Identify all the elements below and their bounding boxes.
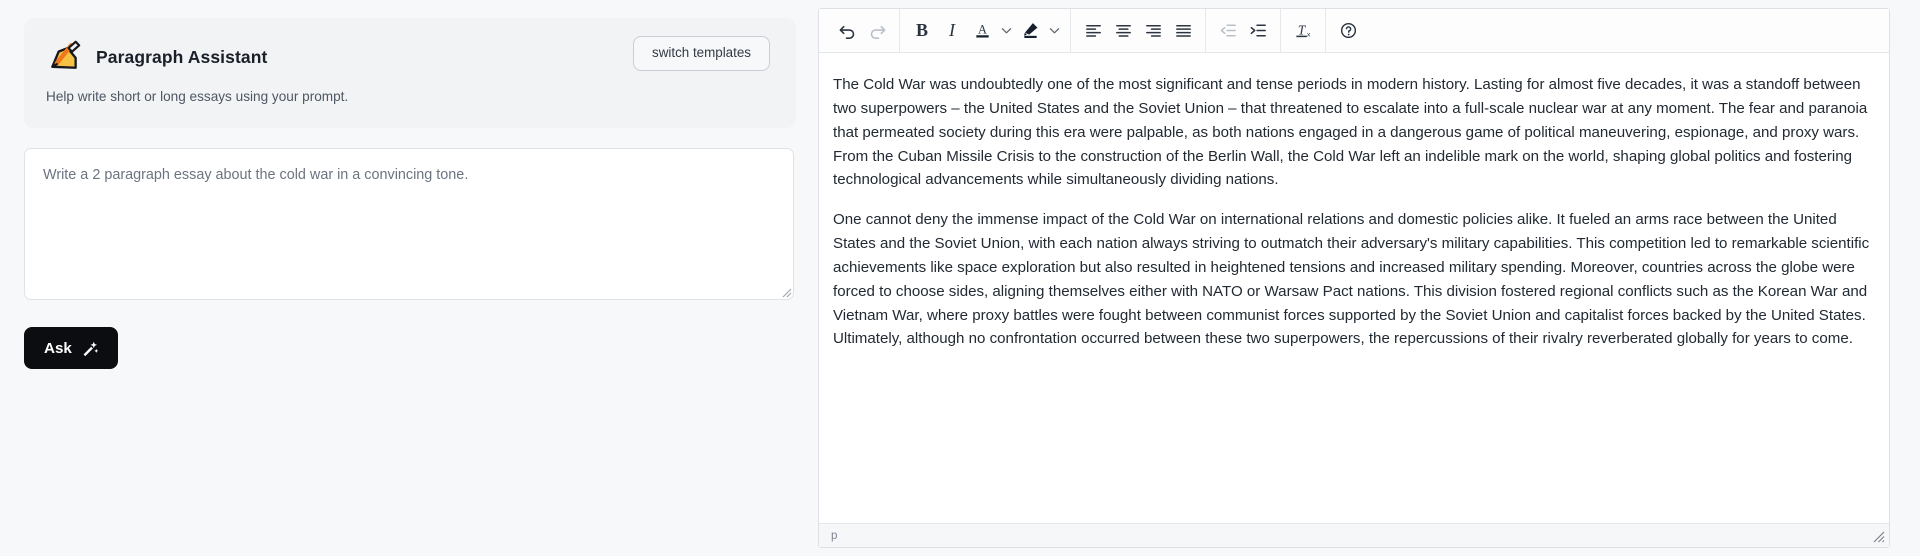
svg-text:T: T — [1297, 22, 1306, 37]
magic-wand-icon — [83, 341, 98, 356]
toolbar-group-help — [1326, 9, 1370, 53]
assistant-pane: Paragraph Assistant Help write short or … — [0, 0, 818, 556]
highlight-color-dropdown[interactable] — [1045, 16, 1063, 46]
editor-resize-grip-icon[interactable] — [1872, 530, 1885, 543]
ask-button-label: Ask — [44, 339, 72, 357]
toolbar-group-clear: Tx — [1281, 9, 1325, 53]
toolbar-group-align — [1071, 9, 1205, 53]
svg-text:A: A — [978, 22, 987, 36]
toolbar-group-indent — [1206, 9, 1280, 53]
prompt-area — [24, 148, 796, 305]
svg-text:x: x — [1307, 32, 1311, 39]
writing-hand-icon — [51, 40, 81, 69]
rich-text-editor: B I A T x The Cold War was undoubtedly o… — [818, 8, 1890, 548]
highlight-color-button[interactable] — [1015, 16, 1045, 46]
align-center-button[interactable] — [1108, 16, 1138, 46]
bold-button[interactable]: B — [907, 16, 937, 46]
app-root: Paragraph Assistant Help write short or … — [0, 0, 1920, 556]
switch-templates-button[interactable]: switch templates — [633, 36, 770, 71]
prompt-input[interactable] — [24, 148, 794, 300]
italic-button[interactable]: I — [937, 16, 967, 46]
document-paragraph: One cannot deny the immense impact of th… — [833, 211, 1870, 348]
editor-toolbar: B I A T x — [819, 8, 1889, 53]
assistant-subtitle: Help write short or long essays using yo… — [46, 89, 349, 104]
align-justify-button[interactable] — [1168, 16, 1198, 46]
toolbar-group-history — [825, 9, 899, 53]
ask-button[interactable]: Ask — [24, 327, 118, 369]
document-body[interactable]: The Cold War was undoubtedly one of the … — [819, 53, 1889, 523]
text-color-button[interactable]: A — [967, 16, 997, 46]
assistant-card: Paragraph Assistant Help write short or … — [24, 18, 796, 128]
redo-button[interactable] — [862, 16, 892, 46]
document-paragraph: The Cold War was undoubtedly one of the … — [833, 76, 1868, 189]
indent-button[interactable] — [1243, 16, 1273, 46]
help-button[interactable] — [1333, 16, 1363, 46]
toolbar-group-format: B I A — [900, 9, 1070, 53]
text-color-dropdown[interactable] — [997, 16, 1015, 46]
editor-statusbar: p — [819, 523, 1889, 547]
element-path[interactable]: p — [831, 530, 837, 542]
align-right-button[interactable] — [1138, 16, 1168, 46]
align-left-button[interactable] — [1078, 16, 1108, 46]
assistant-title: Paragraph Assistant — [96, 46, 268, 67]
undo-button[interactable] — [832, 16, 862, 46]
outdent-button[interactable] — [1213, 16, 1243, 46]
clear-formatting-button[interactable]: Tx — [1288, 16, 1318, 46]
